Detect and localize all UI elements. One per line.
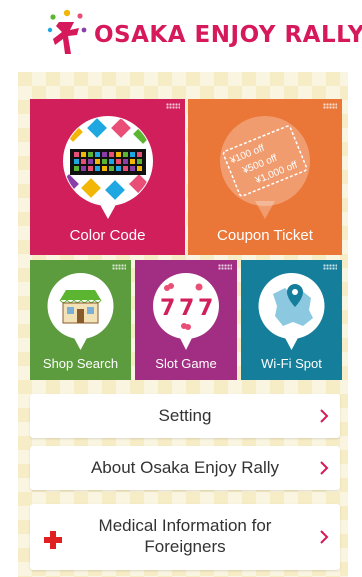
slot-game-label: Slot Game [155, 356, 217, 371]
chevron-right-icon [320, 530, 329, 544]
tile-dots-decoration [323, 264, 337, 270]
coupon-ticket-icon: ¥100 off ¥500 off ¥1,000 off [220, 116, 310, 219]
about-label: About Osaka Enjoy Rally [90, 458, 280, 477]
logo-figure-icon [47, 9, 87, 54]
coupon-ticket-tile[interactable]: ¥100 off ¥500 off ¥1,000 off Coupon Tick… [188, 99, 342, 255]
color-code-tile[interactable]: Color Code [30, 99, 185, 255]
chevron-right-icon [320, 461, 329, 475]
chevron-right-icon [320, 409, 329, 423]
slot-machine-icon: 7 7 7 [153, 273, 219, 350]
shop-search-label: Shop Search [42, 356, 119, 371]
tile-dots-decoration [323, 103, 337, 109]
setting-button[interactable]: Setting [30, 394, 340, 438]
color-code-label: Color Code [69, 227, 146, 244]
main-content: Color Code ¥100 off ¥500 off ¥1,000 off … [18, 72, 348, 577]
medical-info-button[interactable]: Medical Information for Foreigners [30, 504, 340, 570]
about-button[interactable]: About Osaka Enjoy Rally [30, 446, 340, 490]
wifi-spot-tile[interactable]: Wi-Fi Spot [241, 260, 342, 380]
coupon-ticket-label: Coupon Ticket [217, 227, 313, 244]
tile-dots-decoration [218, 264, 232, 270]
shop-search-tile[interactable]: Shop Search [30, 260, 131, 380]
app-logo-text: OSAKA ENJOY RALLY [94, 22, 362, 48]
shop-icon [47, 273, 114, 350]
slot-reel-2: 7 [179, 296, 194, 321]
medical-info-label-line1: Medical Information for [98, 516, 272, 535]
setting-label: Setting [158, 406, 212, 425]
tile-dots-decoration [112, 264, 126, 270]
slot-reel-3: 7 [198, 296, 213, 321]
wifi-spot-label: Wi-Fi Spot [261, 356, 322, 371]
slot-game-tile[interactable]: 7 7 7 Slot Game [135, 260, 237, 380]
slot-reel-1: 7 [160, 296, 175, 321]
app-header: OSAKA ENJOY RALLY [0, 0, 362, 72]
color-code-icon [63, 116, 153, 219]
map-pin-icon [258, 273, 325, 350]
tile-dots-decoration [166, 103, 180, 109]
medical-info-label-line2: Foreigners [144, 537, 226, 556]
